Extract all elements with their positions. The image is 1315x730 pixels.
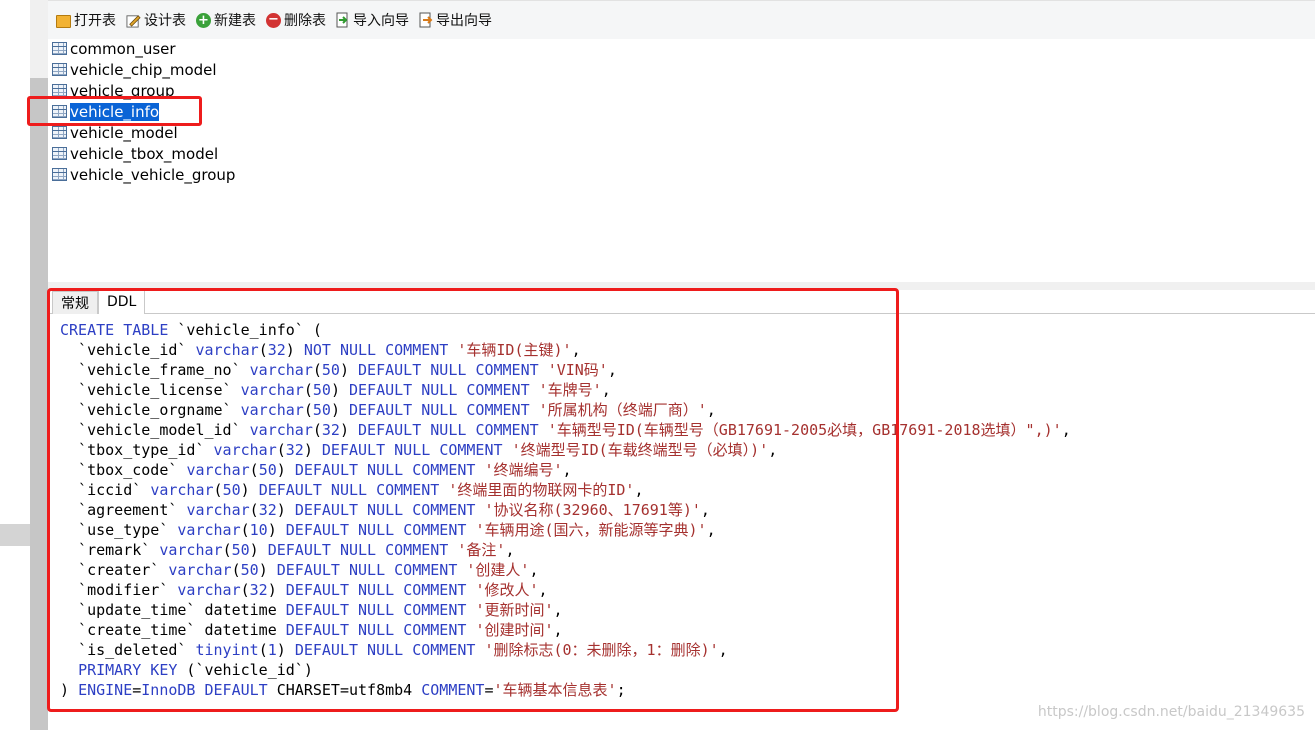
table-icon <box>52 168 67 181</box>
delete-table-button[interactable]: − 删除表 <box>266 10 326 30</box>
table-item-common-user[interactable]: common_user <box>52 38 652 59</box>
new-table-button[interactable]: + 新建表 <box>196 10 256 30</box>
export-wizard-label: 导出向导 <box>436 13 492 29</box>
minus-icon: − <box>266 12 281 28</box>
left-gutter-marker <box>0 524 30 546</box>
code-token: , <box>1061 421 1071 439</box>
table-item-vehicle-chip-model[interactable]: vehicle_chip_model <box>52 59 652 80</box>
table-icon <box>52 42 67 55</box>
highlight-box-selected-table <box>27 96 202 126</box>
table-icon <box>52 126 67 139</box>
open-table-label: 打开表 <box>74 13 116 29</box>
plus-icon: + <box>196 12 211 28</box>
table-item-label: vehicle_vehicle_group <box>70 165 236 184</box>
new-table-label: 新建表 <box>214 13 256 29</box>
table-icon <box>52 63 67 76</box>
table-item-vehicle-vehicle-group[interactable]: vehicle_vehicle_group <box>52 164 652 185</box>
open-table-button[interactable]: 打开表 <box>56 10 116 30</box>
table-item-label: vehicle_tbox_model <box>70 144 219 163</box>
design-table-button[interactable]: 设计表 <box>126 10 186 30</box>
watermark: https://blog.csdn.net/baidu_21349635 <box>1037 704 1305 720</box>
table-item-label: common_user <box>70 39 176 58</box>
delete-table-label: 删除表 <box>284 13 326 29</box>
import-icon <box>336 12 348 28</box>
table-icon <box>52 147 67 160</box>
left-gutter-top <box>30 0 48 78</box>
export-wizard-button[interactable]: 导出向导 <box>419 10 492 30</box>
folder-icon <box>56 14 71 28</box>
import-wizard-label: 导入向导 <box>353 13 409 29</box>
left-scroll-strip[interactable] <box>30 78 48 730</box>
pencil-icon <box>126 14 141 28</box>
table-item-label: vehicle_chip_model <box>70 60 217 79</box>
table-item-label: vehicle_model <box>70 123 178 142</box>
import-wizard-button[interactable]: 导入向导 <box>336 10 409 30</box>
highlight-box-ddl <box>47 288 899 712</box>
object-toolbar: 打开表 设计表 + 新建表 − 删除表 导入向导 导出向导 <box>48 0 1315 39</box>
export-icon <box>419 12 433 28</box>
design-table-label: 设计表 <box>144 13 186 29</box>
app-window: 打开表 设计表 + 新建表 − 删除表 导入向导 导出向导 common_use… <box>0 0 1315 730</box>
table-item-vehicle-tbox-model[interactable]: vehicle_tbox_model <box>52 143 652 164</box>
